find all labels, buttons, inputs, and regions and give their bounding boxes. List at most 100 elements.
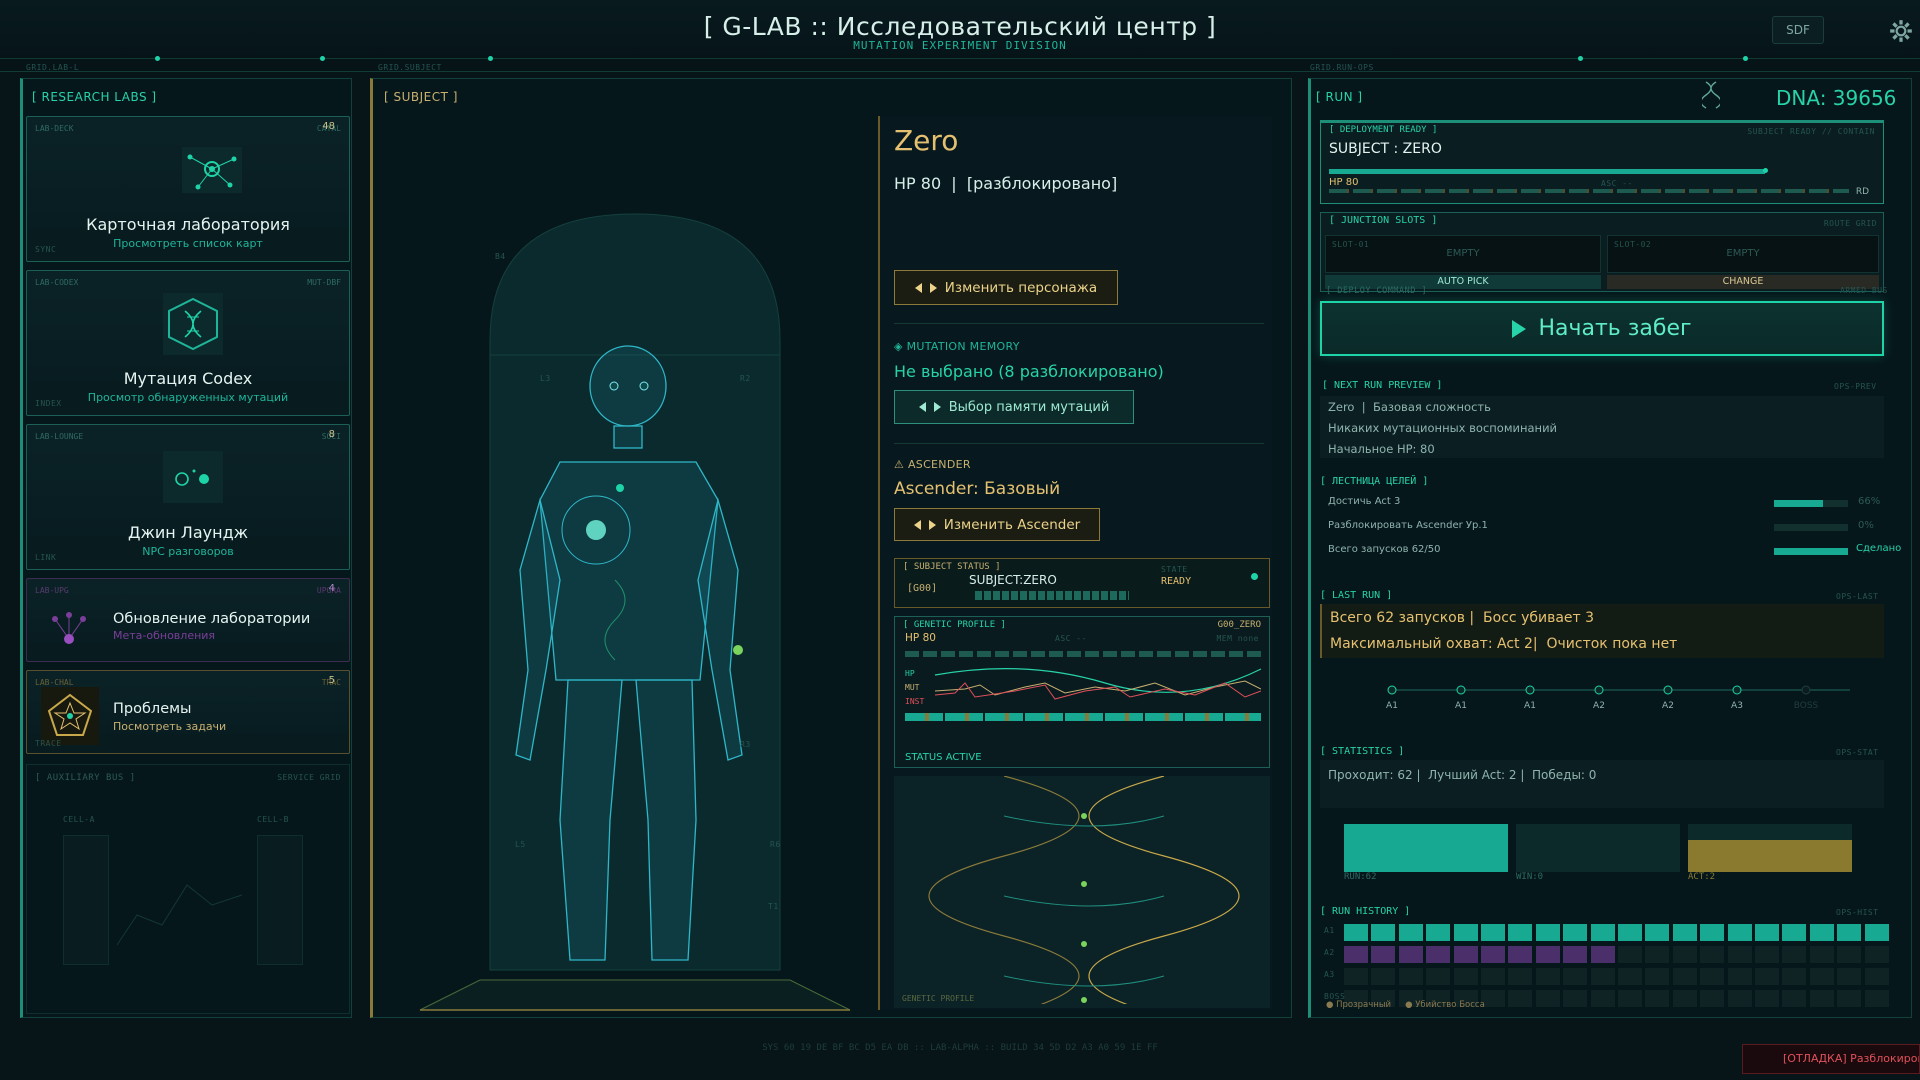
page-title: [ G-LAB :: Исследовательский центр ] (703, 12, 1217, 41)
card-tag: LAB-CODEX (35, 278, 79, 287)
card-foot: LINK (35, 553, 57, 562)
timeline-label: A1 (1524, 701, 1536, 711)
history-cell (1563, 924, 1588, 941)
goal-pct: 0% (1858, 520, 1874, 531)
preview-line: Начальное HP: 80 (1328, 442, 1435, 456)
history-cell (1672, 968, 1697, 985)
preview-line: Никаких мутационных воспоминаний (1328, 421, 1558, 435)
history-cell (1563, 946, 1588, 963)
lab-card-challenges[interactable]: LAB-CHAL TRAC 5 Проблемы Посмотреть зада… (26, 670, 350, 754)
stat-bar-run (1344, 824, 1508, 872)
history-cell (1508, 924, 1533, 941)
goals-title: [ ЛЕСТНИЦА ЦЕЛЕЙ ] (1320, 476, 1429, 487)
history-cell (1618, 924, 1642, 941)
stat-bar-fill (1688, 840, 1852, 872)
history-tag: OPS-HIST (1836, 908, 1879, 917)
junction-slots-box: [ JUNCTION SLOTS ] ROUTE GRID SLOT-01 EM… (1320, 212, 1884, 292)
status-indicator (1251, 573, 1258, 580)
status-active: STATUS ACTIVE (905, 752, 982, 763)
dna-icon (1702, 81, 1720, 109)
gear-icon[interactable] (1888, 18, 1914, 44)
pentagon-star-icon (41, 687, 99, 745)
header-dot (320, 56, 325, 61)
genetic-asc: ASC -- (1055, 634, 1087, 643)
card-subtitle: Просмотр обнаруженных мутаций (87, 391, 289, 404)
history-cell (1398, 968, 1423, 985)
junction-right: ROUTE GRID (1823, 219, 1877, 228)
timeline-label: A1 (1386, 701, 1398, 711)
timeline-node (1387, 685, 1397, 695)
history-cell (1727, 924, 1752, 941)
card-subtitle: Посмотреть задачи (113, 720, 227, 733)
stats-line: Проходит: 62 | Лучший Act: 2 | Победы: 0 (1328, 768, 1597, 782)
history-cell (1481, 946, 1505, 963)
legend-boss: ● Убийство Босса (1405, 1000, 1485, 1010)
slot-1[interactable]: SLOT-01 EMPTY (1325, 235, 1601, 273)
card-name: Карточная лаборатория (86, 215, 290, 234)
change-ascender-button[interactable]: Изменить Ascender (894, 508, 1100, 541)
mutation-memory-label: ◈ MUTATION MEMORY (894, 340, 1020, 353)
dna-hexagon-icon (163, 293, 223, 355)
arrow-right-icon (929, 282, 937, 293)
last-run-line: Максимальный охват: Act 2| Очисток пока … (1330, 636, 1678, 652)
aux-cell (257, 835, 303, 965)
card-tag: LAB-LOUNGE (35, 432, 84, 441)
timeline-label: A1 (1455, 701, 1467, 711)
slot-2[interactable]: SLOT-02 EMPTY (1607, 235, 1879, 273)
arrow-left-icon (913, 519, 921, 530)
history-cell (1508, 946, 1533, 963)
legend-boss-label: Убийство Босса (1415, 1000, 1485, 1010)
history-cell (1508, 968, 1533, 985)
change-slot-button[interactable]: CHANGE (1607, 275, 1879, 289)
stat-bar-label: RUN:62 (1344, 872, 1377, 882)
lab-card-codex[interactable]: LAB-CODEX MUT-DBF Мутация Codex Просмотр… (26, 270, 350, 416)
stats-tag: OPS-STAT (1836, 748, 1879, 757)
history-cell (1426, 946, 1451, 963)
history-cell (1398, 924, 1423, 941)
deploy-asc: ASC -- (1601, 179, 1633, 188)
header-dot (1743, 56, 1748, 61)
history-cell (1727, 968, 1752, 985)
timeline-label: A2 (1662, 701, 1674, 711)
goal-bar (1774, 548, 1848, 555)
stat-bar-act (1688, 824, 1852, 872)
history-cell (1453, 946, 1478, 963)
mutation-memory-button[interactable]: Выбор памяти мутаций (894, 390, 1134, 424)
start-run-button[interactable]: Начать забег (1320, 301, 1884, 356)
arrow-right-icon (928, 519, 936, 530)
history-cell (1864, 968, 1889, 985)
history-cell (1755, 990, 1779, 1007)
history-cell (1590, 968, 1615, 985)
goal-bar-fill (1774, 500, 1823, 507)
mutation-memory-value: Не выбрано (8 разблокировано) (894, 362, 1164, 381)
lab-card-lounge[interactable]: LAB-LOUNGE SOCI 8 Джин Лаундж NPC разгов… (26, 424, 350, 570)
change-character-button[interactable]: Изменить персонажа (894, 270, 1118, 305)
history-cell (1782, 990, 1807, 1007)
aux-cell-label: CELL-B (257, 815, 289, 824)
preview-box: Zero | Базовая сложность Никаких мутацио… (1320, 396, 1884, 458)
timeline-label: A3 (1731, 701, 1743, 711)
header-dot (155, 56, 160, 61)
history-cell (1672, 946, 1697, 963)
history-cell (1535, 924, 1560, 941)
lab-card-upgrade[interactable]: LAB-UPG UPGRA 4 Обновление лаборатории М… (26, 578, 350, 662)
debug-unlock-button[interactable]: [ОТЛАДКА] Разблокировать (1742, 1044, 1920, 1074)
status-state-label: STATE (1161, 565, 1188, 574)
subject-title: [ SUBJECT ] (384, 90, 458, 104)
slot-state: EMPTY (1446, 248, 1480, 259)
footer-hex: SYS 60 19 DE BF BC D5 EA DB :: LAB-ALPHA… (762, 1043, 1158, 1053)
history-cell (1809, 968, 1834, 985)
lab-card-deck[interactable]: LAB-DECK CATAL 48 Карточная лаборатория … (26, 116, 350, 262)
sdf-button[interactable]: SDF (1772, 16, 1824, 44)
preview-line: Zero | Базовая сложность (1328, 400, 1491, 414)
history-cell (1782, 924, 1807, 941)
slot-state: EMPTY (1726, 248, 1760, 259)
history-cell (1645, 924, 1670, 941)
history-row-label: A1 (1324, 926, 1335, 935)
card-foot: INDEX (35, 399, 62, 408)
history-cell (1809, 924, 1834, 941)
page-subtitle: MUTATION EXPERIMENT DIVISION (853, 39, 1067, 52)
history-cell (1481, 924, 1505, 941)
ascender-value: Ascender: Базовый (894, 479, 1061, 499)
genetic-title: [ GENETIC PROFILE ] (903, 620, 1006, 630)
